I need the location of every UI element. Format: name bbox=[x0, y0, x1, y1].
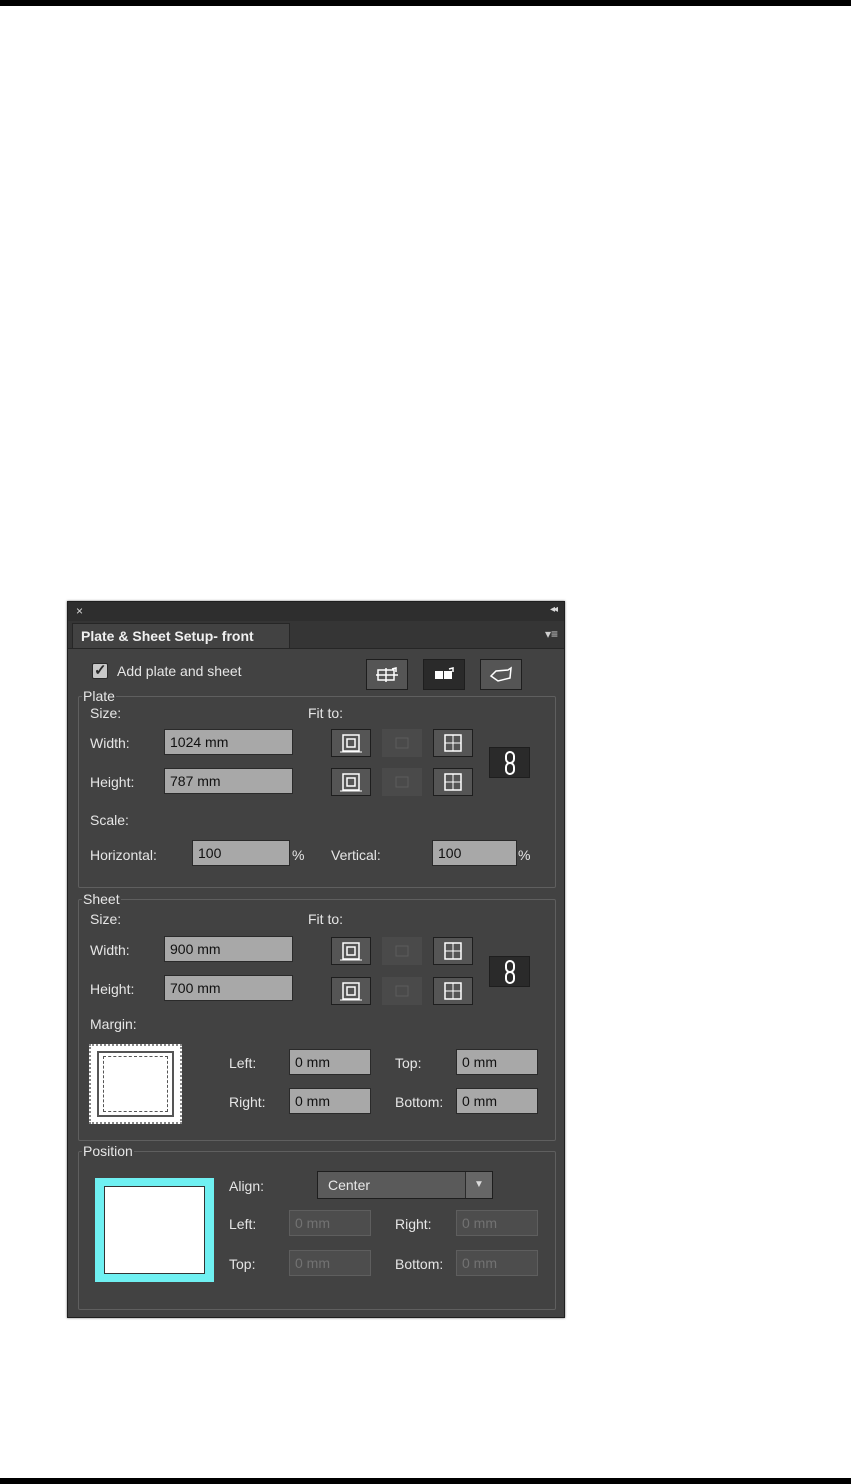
position-right-label: Right: bbox=[395, 1216, 432, 1232]
plate-fit-width-button-3[interactable] bbox=[433, 729, 473, 757]
plate-grid-icon bbox=[376, 666, 398, 682]
align-selected-value: Center bbox=[328, 1177, 371, 1193]
margin-bottom-label: Bottom: bbox=[395, 1094, 444, 1110]
align-select[interactable]: Center ▼ bbox=[317, 1171, 493, 1199]
plate-fit-height-button-2[interactable] bbox=[382, 768, 422, 796]
margin-right-input[interactable]: 0 mm bbox=[289, 1088, 371, 1114]
position-legend: Position bbox=[83, 1143, 133, 1159]
plate-constrain-proportions-button[interactable] bbox=[489, 747, 530, 778]
fit-grid-icon bbox=[444, 734, 462, 752]
chain-link-icon bbox=[504, 959, 515, 984]
sheet-fit-height-button-2[interactable] bbox=[382, 977, 422, 1005]
sheet-width-label: Width: bbox=[90, 942, 130, 958]
position-right-input[interactable]: 0 mm bbox=[456, 1210, 538, 1236]
fit-disabled-icon bbox=[395, 985, 409, 997]
plate-legend: Plate bbox=[83, 688, 115, 704]
fit-disabled-icon bbox=[395, 776, 409, 788]
position-preview-page bbox=[104, 1186, 205, 1274]
margin-preview bbox=[89, 1044, 182, 1124]
plate-horizontal-label: Horizontal: bbox=[90, 847, 157, 863]
sheet-legend: Sheet bbox=[83, 891, 120, 907]
margin-bottom-input[interactable]: 0 mm bbox=[456, 1088, 538, 1114]
tab-row: Plate & Sheet Setup- front ▾≡ bbox=[68, 621, 564, 649]
position-top-label: Top: bbox=[229, 1256, 256, 1272]
close-icon[interactable]: × bbox=[76, 604, 83, 618]
plate-vertical-scale-input[interactable]: 100 bbox=[432, 840, 517, 866]
sheet-fit-to-label: Fit to: bbox=[308, 911, 344, 927]
bottom-border bbox=[0, 1478, 851, 1484]
sheet-fit-width-button-1[interactable] bbox=[331, 937, 371, 965]
plate-fit-to-label: Fit to: bbox=[308, 705, 344, 721]
panel-menu-icon[interactable]: ▾≡ bbox=[545, 627, 558, 641]
sheet-height-input[interactable]: 700 mm bbox=[164, 975, 293, 1001]
plate-sheet-mode-button-1[interactable] bbox=[366, 659, 408, 690]
fit-frame-icon bbox=[340, 982, 362, 1001]
fit-frame-icon bbox=[340, 773, 362, 792]
plate-fit-width-button-2[interactable] bbox=[382, 729, 422, 757]
sheet-fit-height-button-3[interactable] bbox=[433, 977, 473, 1005]
plate-outline-icon bbox=[489, 665, 512, 682]
position-left-input[interactable]: 0 mm bbox=[289, 1210, 371, 1236]
chevron-down-icon[interactable]: ▼ bbox=[465, 1172, 492, 1198]
plate-height-input[interactable]: 787 mm bbox=[164, 768, 293, 794]
plate-scale-label: Scale: bbox=[90, 812, 129, 828]
sheet-fit-height-button-1[interactable] bbox=[331, 977, 371, 1005]
margin-preview-margin bbox=[103, 1056, 168, 1112]
collapse-icon[interactable]: ◂◂ bbox=[550, 604, 558, 615]
sheet-width-input[interactable]: 900 mm bbox=[164, 936, 293, 962]
panel-titlebar: × ◂◂ bbox=[68, 602, 564, 621]
top-border bbox=[0, 0, 851, 6]
margin-left-label: Left: bbox=[229, 1055, 257, 1071]
plate-width-input[interactable]: 1024 mm bbox=[164, 729, 293, 755]
position-left-label: Left: bbox=[229, 1216, 257, 1232]
add-plate-checkbox[interactable]: ✓ bbox=[92, 662, 108, 679]
plate-fit-width-button-1[interactable] bbox=[331, 729, 371, 757]
plate-vertical-label: Vertical: bbox=[331, 847, 381, 863]
fit-disabled-icon bbox=[395, 945, 409, 957]
tab-plate-sheet-setup[interactable]: Plate & Sheet Setup- front bbox=[72, 623, 290, 648]
sheet-margin-label: Margin: bbox=[90, 1016, 137, 1032]
position-preview bbox=[95, 1178, 214, 1282]
add-plate-label: Add plate and sheet bbox=[117, 663, 242, 679]
plate-horizontal-scale-input[interactable]: 100 bbox=[192, 840, 290, 866]
plate-horizontal-percent: % bbox=[292, 847, 305, 863]
fit-grid-icon bbox=[444, 942, 462, 960]
sheet-fit-width-button-3[interactable] bbox=[433, 937, 473, 965]
plate-sheet-mode-button-3[interactable] bbox=[480, 659, 522, 690]
plate-fit-height-button-3[interactable] bbox=[433, 768, 473, 796]
position-bottom-label: Bottom: bbox=[395, 1256, 444, 1272]
sheet-size-label: Size: bbox=[90, 911, 122, 927]
fit-disabled-icon bbox=[395, 737, 409, 749]
plate-height-label: Height: bbox=[90, 774, 135, 790]
plate-sheet-mode-button-2[interactable] bbox=[423, 659, 465, 690]
sheet-fit-width-button-2[interactable] bbox=[382, 937, 422, 965]
position-bottom-input[interactable]: 0 mm bbox=[456, 1250, 538, 1276]
plate-vertical-percent: % bbox=[518, 847, 531, 863]
fit-grid-icon bbox=[444, 773, 462, 791]
align-label: Align: bbox=[229, 1178, 265, 1194]
checkmark-icon: ✓ bbox=[94, 662, 107, 679]
plate-size-label: Size: bbox=[90, 705, 122, 721]
margin-top-input[interactable]: 0 mm bbox=[456, 1049, 538, 1075]
plate-width-label: Width: bbox=[90, 735, 130, 751]
position-top-input[interactable]: 0 mm bbox=[289, 1250, 371, 1276]
plate-fit-height-button-1[interactable] bbox=[331, 768, 371, 796]
margin-right-label: Right: bbox=[229, 1094, 266, 1110]
margin-top-label: Top: bbox=[395, 1055, 422, 1071]
plate-filled-icon bbox=[435, 666, 454, 679]
fit-grid-icon bbox=[444, 982, 462, 1000]
sheet-height-label: Height: bbox=[90, 981, 135, 997]
fit-frame-icon bbox=[340, 734, 362, 753]
fit-frame-icon bbox=[340, 942, 362, 961]
chain-link-icon bbox=[504, 750, 515, 775]
plate-sheet-setup-panel: × ◂◂ Plate & Sheet Setup- front ▾≡ ✓ Add… bbox=[67, 601, 565, 1318]
sheet-constrain-proportions-button[interactable] bbox=[489, 956, 530, 987]
margin-left-input[interactable]: 0 mm bbox=[289, 1049, 371, 1075]
